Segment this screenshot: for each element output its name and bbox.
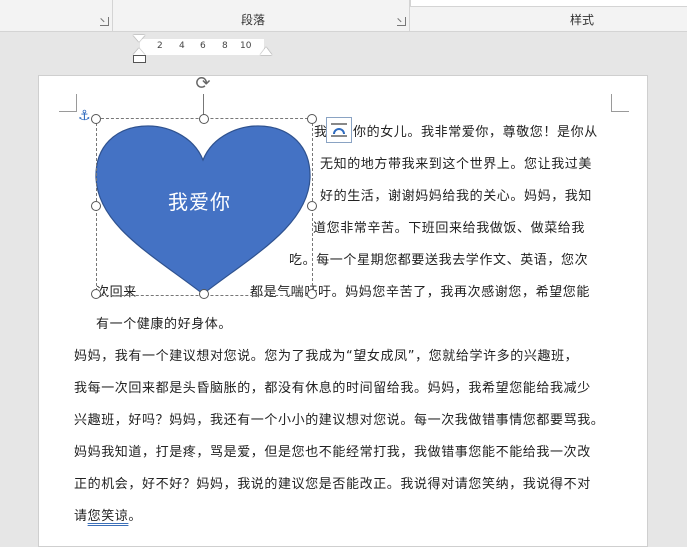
ruler-tick: 8 (222, 41, 228, 51)
ruler-tick: 6 (200, 41, 206, 51)
resize-handle-top[interactable] (199, 114, 209, 124)
resize-handle-right[interactable] (307, 201, 317, 211)
margin-corner-mark (59, 94, 77, 112)
anchor-icon[interactable]: ⚓ (78, 108, 91, 124)
paragraph-group-label: 段落 (241, 13, 266, 27)
ruler-tick: 4 (179, 41, 185, 51)
resize-handle-bottom[interactable] (199, 289, 209, 299)
left-indent-marker[interactable] (133, 55, 146, 63)
ribbon: 段落 样式 (0, 0, 687, 32)
font-group-launcher-icon[interactable] (100, 17, 109, 26)
body-text-line: 正的机会，好不好？妈妈，我说的建议您是否能改正。我说得对请您笑纳，我说得不对 (74, 477, 591, 492)
body-text-line: 无知的地方带我来到这个世界上。您让我过美 (320, 157, 593, 172)
hanging-indent-marker[interactable] (133, 48, 145, 55)
ruler-tick: 10 (240, 41, 252, 51)
resize-handle-top-left[interactable] (91, 114, 101, 124)
styles-group-label: 样式 (570, 13, 595, 27)
body-text-line: 有一个健康的好身体。 (96, 317, 233, 332)
body-text-line: 好的生活，谢谢妈妈给我的关心。妈妈，我知 (320, 189, 593, 204)
horizontal-ruler: 2 4 6 8 10 (0, 32, 687, 63)
ruler-tick: 2 (157, 41, 163, 51)
last-line-suffix: 。 (128, 509, 143, 524)
styles-gallery[interactable] (410, 0, 687, 7)
resize-handle-top-right[interactable] (307, 114, 317, 124)
margin-corner-mark (611, 94, 629, 112)
layout-options-icon[interactable] (326, 117, 352, 143)
layout-options-glyph (331, 123, 347, 137)
ribbon-separator (112, 0, 113, 31)
resize-handle-bottom-left[interactable] (91, 289, 101, 299)
body-text-line: 道您非常辛苦。下班回来给我做饭、做菜给我 (313, 221, 586, 236)
body-text-line: 兴趣班，好吗？妈妈，我还有一个小小的建议想对您说。每一次我做错事情您都要骂我。 (74, 413, 605, 428)
shape-selection-frame (96, 118, 313, 296)
body-text-line: 我每一次回来都是头昏脑胀的，都没有休息的时间留给我。妈妈，我希望您能给我减少 (74, 381, 591, 396)
rotate-handle-icon[interactable]: ⟳ (193, 74, 213, 94)
first-line-indent-marker[interactable] (133, 35, 145, 42)
resize-handle-bottom-right[interactable] (307, 289, 317, 299)
body-text-line: 吃。每一个星期您都要送我去学作文、英语，您次 (289, 253, 589, 268)
last-line-prefix: 请 (74, 509, 88, 524)
paragraph-group-launcher-icon[interactable] (397, 17, 406, 26)
body-text-line: 你的女儿。我非常爱你，尊敬您！是你从 (353, 125, 598, 140)
body-text-line: 妈妈我知道，打是疼，骂是爱，但是您也不能经常打我，我做错事您能不能给我一次改 (74, 445, 591, 460)
body-text-line: 妈妈，我有一个建议想对您说。您为了我成为“望女成凤”，您就给学许多的兴趣班， (74, 349, 579, 364)
right-indent-marker[interactable] (260, 47, 272, 55)
body-text-line: 请您笑谅。 (74, 505, 142, 524)
resize-handle-left[interactable] (91, 201, 101, 211)
grammar-flagged-word[interactable]: 您笑谅 (88, 509, 129, 524)
